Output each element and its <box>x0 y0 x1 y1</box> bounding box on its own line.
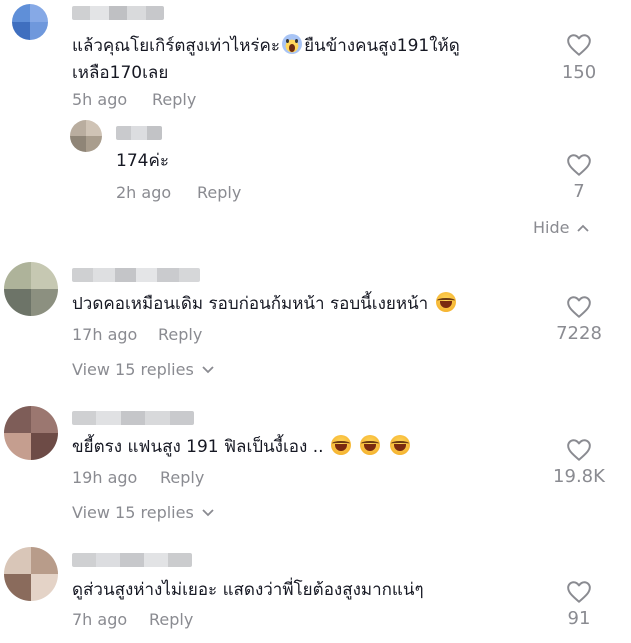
face-with-tears-of-joy-icon <box>330 435 351 455</box>
avatar[interactable] <box>4 547 58 601</box>
chevron-up-icon <box>577 224 590 232</box>
face-screaming-in-fear-icon <box>282 34 303 54</box>
avatar[interactable] <box>4 406 58 460</box>
comment-timestamp: 5h ago <box>72 90 128 109</box>
comment-text: 174ค่ะ <box>116 151 169 171</box>
chevron-down-icon <box>202 365 214 373</box>
username-blurred[interactable] <box>72 553 192 567</box>
like-count: 7228 <box>556 323 602 344</box>
reply-button[interactable]: Reply <box>160 468 204 487</box>
heart-outline-icon[interactable] <box>566 438 592 462</box>
hide-replies-button[interactable]: Hide <box>533 218 590 237</box>
username-blurred[interactable] <box>72 411 194 425</box>
reply-button[interactable]: Reply <box>149 610 193 629</box>
username-blurred[interactable] <box>72 6 164 20</box>
comment-timestamp: 19h ago <box>72 468 138 487</box>
heart-outline-icon[interactable] <box>566 33 592 57</box>
reply-button[interactable]: Reply <box>152 90 196 109</box>
comment-text: แล้วคุณโยเกิร์ตสูงเท่าไหร่คะ ยืนข้างคนสูง… <box>72 34 460 56</box>
reply-button[interactable]: Reply <box>158 325 202 344</box>
comment-text: ดูส่วนสูงห่างไม่เยอะ แสดงว่าพี่โยต้องสูง… <box>72 580 424 600</box>
heart-outline-icon[interactable] <box>566 295 592 319</box>
comment-timestamp: 7h ago <box>72 610 128 629</box>
like-count: 19.8K <box>553 466 605 487</box>
face-with-tears-of-joy-icon <box>360 435 381 455</box>
view-replies-button[interactable]: View 15 replies <box>72 360 214 379</box>
face-with-tears-of-joy-icon <box>435 292 456 312</box>
face-with-tears-of-joy-icon <box>389 435 410 455</box>
view-replies-button[interactable]: View 15 replies <box>72 503 214 522</box>
heart-outline-icon[interactable] <box>566 580 592 604</box>
like-count: 150 <box>561 62 597 83</box>
comment-timestamp: 2h ago <box>116 183 172 202</box>
avatar[interactable] <box>70 120 102 152</box>
comment-text: ปวดคอเหมือนเดิม รอบก่อนก้มหน้า รอบนี้เงย… <box>72 289 458 319</box>
username-blurred[interactable] <box>72 268 200 282</box>
heart-outline-icon[interactable] <box>566 153 592 177</box>
comment-text-line2: เหลือ170เลย <box>72 63 169 83</box>
avatar[interactable] <box>12 4 48 40</box>
like-count: 7 <box>573 181 585 202</box>
reply-button[interactable]: Reply <box>197 183 241 202</box>
username-blurred[interactable] <box>116 126 162 140</box>
avatar[interactable] <box>4 262 58 316</box>
comment-text: ขยี้ตรง แฟนสูง 191 ฟิลเป็นงี้เอง .. <box>72 432 412 462</box>
chevron-down-icon <box>202 508 214 516</box>
like-count: 91 <box>567 608 591 629</box>
comment-timestamp: 17h ago <box>72 325 138 344</box>
